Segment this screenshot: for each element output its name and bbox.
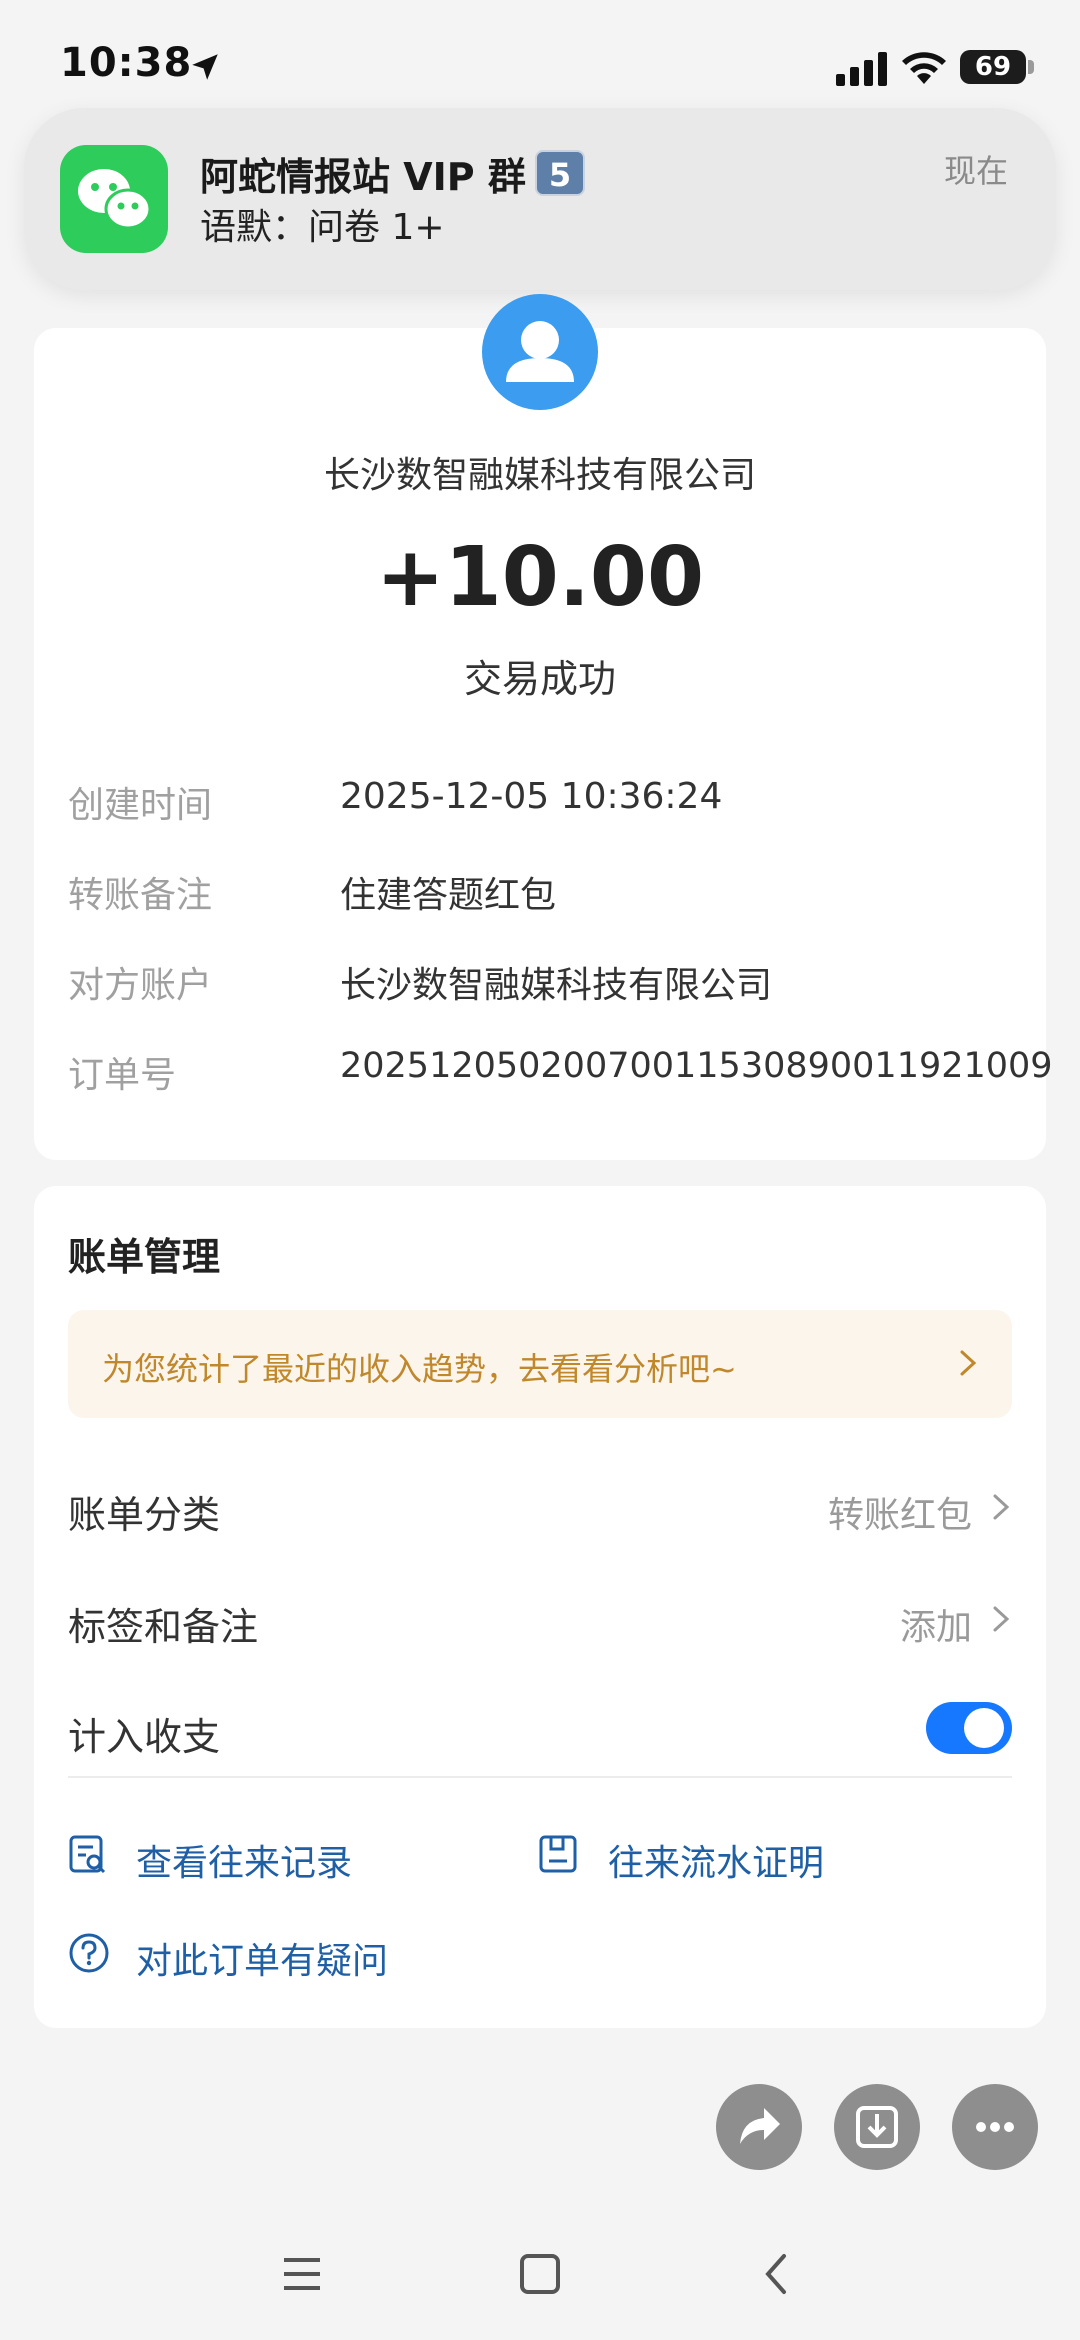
detail-value-account: 长沙数智融媒科技有限公司 [340, 965, 773, 1006]
notification-title: 阿蛇情报站 VIP 群 [200, 155, 526, 199]
avatar-icon [482, 294, 598, 410]
notification-count-badge: 5 [535, 150, 585, 196]
records-search-icon [69, 1835, 106, 1874]
toggle-knob [964, 1708, 1004, 1748]
income-trend-text: 为您统计了最近的收入趋势，去看看分析吧~ [102, 1350, 737, 1388]
tags-notes-add[interactable]: 添加 [900, 1598, 972, 1650]
battery-indicator: 69 [960, 50, 1026, 84]
home-icon[interactable] [518, 2252, 562, 2296]
bill-category-value[interactable]: 转账红包 [828, 1486, 972, 1538]
transaction-proof-link[interactable]: 往来流水证明 [608, 1834, 824, 1886]
detail-value-created: 2025-12-05 10:36:24 [340, 776, 723, 817]
question-icon [69, 1933, 109, 1973]
divider [68, 1776, 1012, 1778]
payer-name: 长沙数智融媒科技有限公司 [323, 455, 756, 496]
transaction-status: 交易成功 [463, 657, 616, 701]
status-time: 10:38 [60, 40, 193, 86]
detail-value-order[interactable]: 20251205020070011530890011921009 [340, 1046, 1053, 1086]
detail-label-account: 对方账户 [68, 965, 213, 1006]
battery-tip [1028, 60, 1034, 74]
chevron-right-icon [993, 1606, 1010, 1632]
menu-icon[interactable] [280, 2254, 324, 2294]
detail-label-order: 订单号 [68, 1055, 177, 1096]
more-options-button[interactable] [952, 2084, 1038, 2170]
download-button[interactable] [834, 2084, 920, 2170]
detail-value-note: 住建答题红包 [340, 875, 557, 916]
bill-category-label: 账单分类 [68, 1493, 221, 1537]
wechat-icon [60, 145, 168, 253]
location-arrow-icon [192, 54, 218, 80]
include-in-budget-label: 计入收支 [68, 1715, 221, 1759]
wifi-icon [902, 52, 946, 84]
detail-label-created: 创建时间 [68, 785, 213, 826]
share-arrow-icon [740, 2108, 780, 2144]
bill-management-title: 账单管理 [68, 1235, 221, 1279]
more-dots-icon [976, 2122, 1014, 2132]
share-button[interactable] [716, 2084, 802, 2170]
detail-label-note: 转账备注 [68, 875, 213, 916]
order-question-link[interactable]: 对此订单有疑问 [136, 1932, 388, 1984]
tags-notes-label: 标签和备注 [68, 1605, 259, 1649]
transaction-amount: +10.00 [375, 530, 705, 625]
chevron-right-icon [993, 1494, 1010, 1520]
notification-message: 语默：问卷 1+ [200, 207, 445, 248]
download-icon [856, 2106, 898, 2148]
notification-time: 现在 [943, 152, 1008, 190]
document-icon [539, 1835, 577, 1873]
notification-banner[interactable] [24, 108, 1056, 290]
view-records-link[interactable]: 查看往来记录 [136, 1834, 352, 1886]
back-icon[interactable] [760, 2250, 792, 2298]
chevron-right-icon [960, 1350, 977, 1376]
signal-icon [836, 52, 887, 86]
